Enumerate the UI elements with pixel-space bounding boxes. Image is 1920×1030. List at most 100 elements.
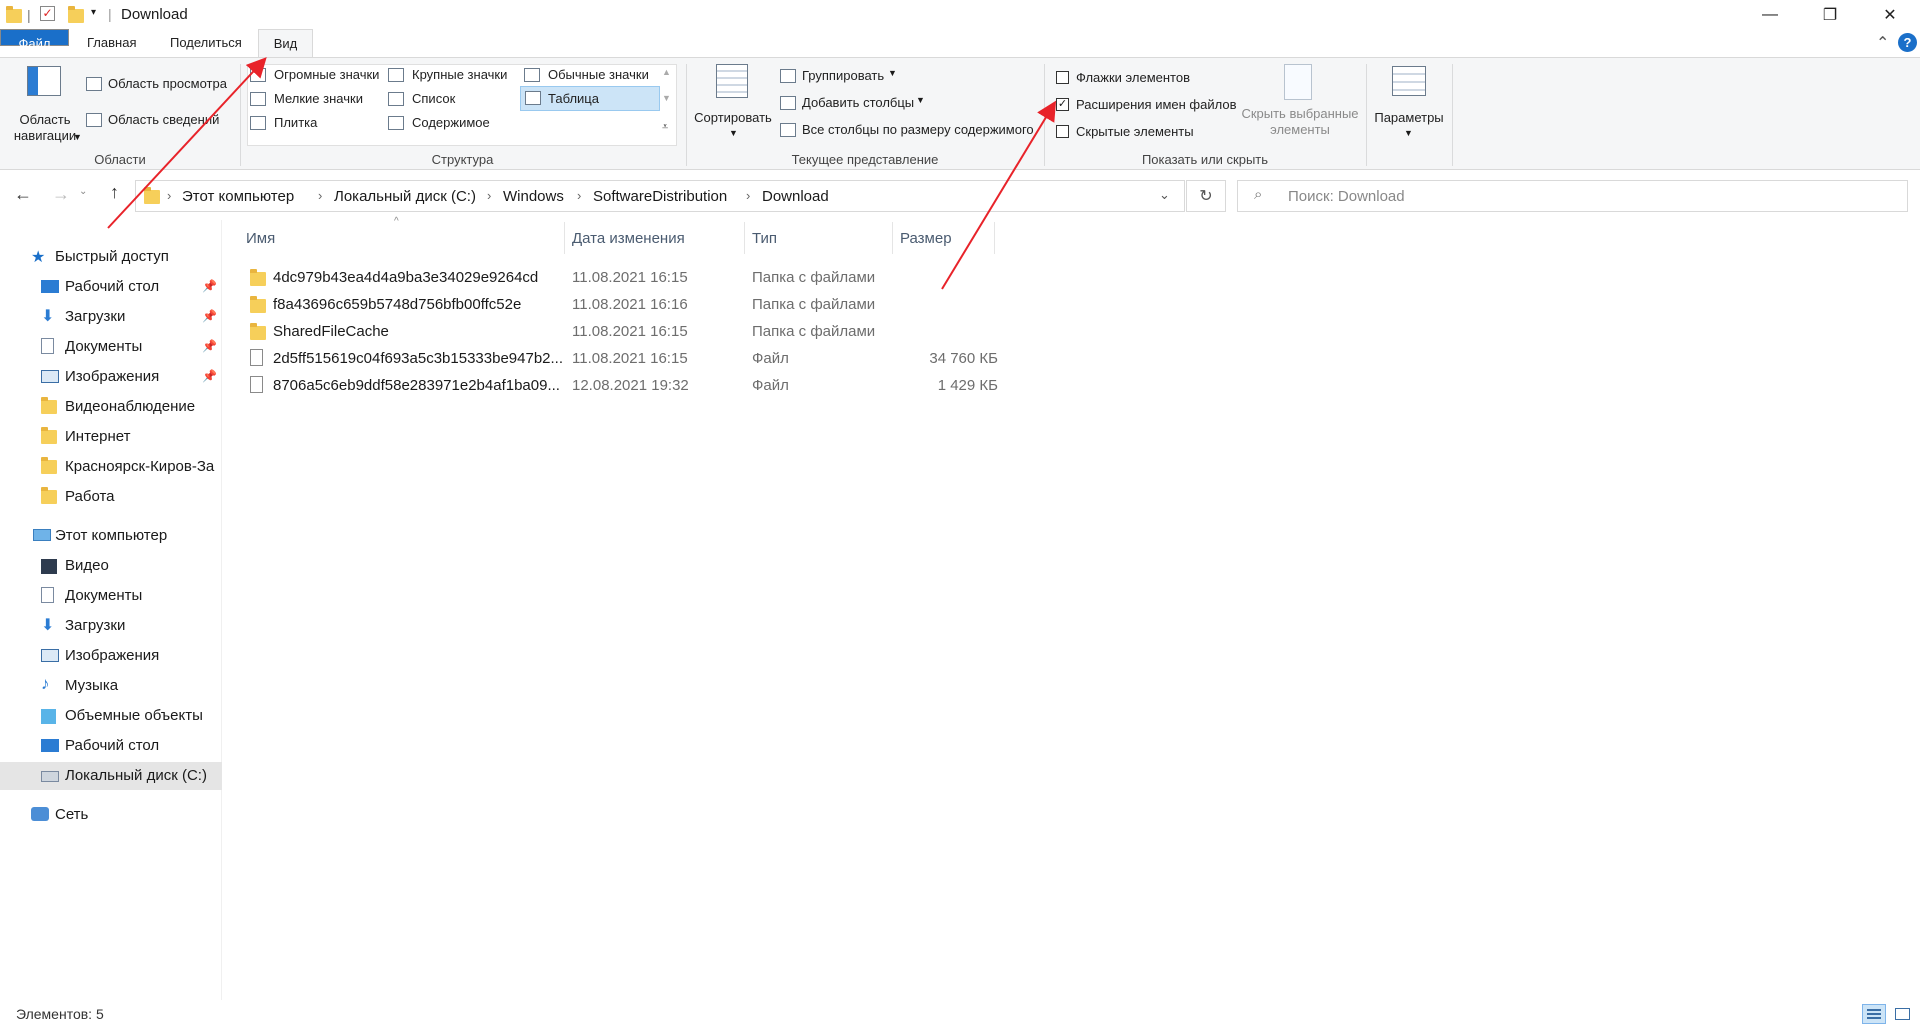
close-button[interactable]: ✕ <box>1860 0 1920 29</box>
cell-date: 12.08.2021 19:32 <box>572 377 689 394</box>
properties-icon[interactable]: ✓ <box>40 6 55 21</box>
computer-icon <box>33 529 51 541</box>
add-columns-icon <box>780 96 796 110</box>
column-header-size[interactable]: Размер <box>900 230 952 247</box>
nav-item[interactable]: Видеонаблюдение <box>0 393 222 421</box>
navigation-pane-icon <box>27 66 61 96</box>
search-icon: ⌕ <box>1254 186 1263 203</box>
scroll-down-icon[interactable]: ▼ <box>662 93 671 103</box>
collapse-ribbon-icon[interactable]: ⌃ <box>1876 33 1889 53</box>
maximize-button[interactable]: ❐ <box>1800 0 1860 29</box>
new-folder-icon[interactable] <box>68 6 84 23</box>
nav-label: Сеть <box>55 806 89 823</box>
minimize-icon: — <box>1762 5 1778 23</box>
ribbon-tabs: Файл Главная Поделиться Вид ⌃ ? <box>0 29 1920 57</box>
column-header-name[interactable]: Имя <box>246 230 275 247</box>
chevron-right-icon: › <box>487 188 492 203</box>
nav-item[interactable]: ⬇ Загрузки <box>0 612 222 640</box>
content-icon <box>388 116 404 130</box>
downloads-icon: ⬇ <box>41 308 55 325</box>
address-dropdown-icon[interactable]: ⌄ <box>1159 187 1170 203</box>
nav-label: Красноярск-Киров-За <box>65 458 215 475</box>
breadcrumb-windows[interactable]: Windows <box>503 188 564 205</box>
options-button[interactable]: Параметры ▼ <box>1372 62 1446 148</box>
options-label: Параметры <box>1374 110 1444 125</box>
cell-name: SharedFileCache <box>273 323 389 340</box>
nav-item[interactable]: Работа <box>0 483 222 511</box>
desktop-icon <box>41 280 59 293</box>
breadcrumb-softwaredistribution[interactable]: SoftwareDistribution <box>593 188 727 205</box>
nav-item[interactable]: Локальный диск (C:) <box>0 762 222 790</box>
nav-label: Изображения <box>65 647 160 664</box>
nav-network[interactable]: Сеть <box>0 801 222 829</box>
breadcrumb-local-disk[interactable]: Локальный диск (C:) <box>334 188 476 205</box>
refresh-icon: ↻ <box>1199 188 1213 205</box>
search-box[interactable]: ⌕ Поиск: Download <box>1237 180 1908 212</box>
cell-name: 2d5ff515619c04f693a5c3b15333be947b2... <box>273 350 564 367</box>
minimize-button[interactable]: — <box>1740 0 1800 29</box>
column-header-date[interactable]: Дата изменения <box>572 230 685 247</box>
details-view-button[interactable] <box>1862 1004 1886 1024</box>
documents-icon <box>41 338 54 354</box>
sort-button[interactable]: Сортировать ▼ <box>690 62 776 148</box>
file-extensions-checkbox[interactable]: ✓ <box>1056 98 1069 111</box>
hide-selected-icon <box>1284 64 1312 100</box>
breadcrumb-download[interactable]: Download <box>762 188 829 205</box>
tab-share[interactable]: Поделиться <box>156 29 256 57</box>
layout-label: Таблица <box>548 91 599 106</box>
nav-item[interactable]: Изображения <box>0 642 222 670</box>
nav-item[interactable]: Рабочий стол 📌 <box>0 273 222 301</box>
scroll-up-icon[interactable]: ▲ <box>662 67 671 77</box>
tab-file[interactable]: Файл <box>0 29 69 51</box>
quick-access-toolbar-dropdown-icon[interactable]: ▾ <box>91 7 96 18</box>
chevron-down-icon: ▼ <box>729 128 738 138</box>
table-row[interactable]: f8a43696c659b5748d756bfb00ffc52e 11.08.20… <box>240 291 1220 318</box>
nav-item[interactable]: Интернет <box>0 423 222 451</box>
pin-icon: 📌 <box>202 309 217 323</box>
preview-pane-icon <box>86 77 102 91</box>
search-input[interactable]: Поиск: Download <box>1288 188 1405 205</box>
nav-this-pc[interactable]: Этот компьютер <box>0 522 222 550</box>
navigation-pane: ★ Быстрый доступ Рабочий стол 📌 ⬇ Загрузки 📌… <box>0 220 222 1000</box>
hide-selected-button[interactable]: Скрыть выбранные элементы <box>1238 62 1362 148</box>
large-icons-view-button[interactable] <box>1892 1004 1914 1024</box>
folder-icon <box>250 269 266 286</box>
forward-arrow-icon[interactable]: → <box>52 184 70 205</box>
nav-quick-access[interactable]: ★ Быстрый доступ <box>0 243 222 271</box>
nav-item[interactable]: Красноярск-Киров-За <box>0 453 222 481</box>
table-row[interactable]: 8706a5c6eb9ddf58e283971e2b4af1ba09... 12.… <box>240 372 1220 399</box>
nav-item[interactable]: ⬇ Загрузки 📌 <box>0 303 222 331</box>
column-header-type[interactable]: Тип <box>752 230 777 247</box>
nav-item[interactable]: ♪ Музыка <box>0 672 222 700</box>
hidden-items-checkbox[interactable] <box>1056 125 1069 138</box>
up-arrow-icon[interactable]: ↑ <box>110 182 119 203</box>
recent-locations-chevron-icon[interactable]: ⌄ <box>79 186 87 197</box>
nav-item[interactable]: Объемные объекты <box>0 702 222 730</box>
video-icon <box>41 559 57 574</box>
nav-item[interactable]: Документы <box>0 582 222 610</box>
nav-item[interactable]: Документы 📌 <box>0 333 222 361</box>
table-row[interactable]: 4dc979b43ea4d4a9ba3e34029e9264cd 11.08.20… <box>240 264 1220 291</box>
table-row[interactable]: SharedFileCache 11.08.2021 16:15 Папка с ф… <box>240 318 1220 345</box>
item-checkboxes-label: Флажки элементов <box>1076 70 1190 85</box>
nav-label: Изображения <box>65 368 160 385</box>
cell-name: f8a43696c659b5748d756bfb00ffc52e <box>273 296 522 313</box>
help-icon[interactable]: ? <box>1898 33 1917 52</box>
navigation-pane-button[interactable]: Область навигации ▼ <box>8 62 82 148</box>
address-bar[interactable]: › Этот компьютер › Локальный диск (C:) ›… <box>135 180 1185 212</box>
size-all-columns-label: Все столбцы по размеру содержимого <box>802 122 1034 137</box>
table-row[interactable]: 2d5ff515619c04f693a5c3b15333be947b2... 11… <box>240 345 1220 372</box>
nav-item[interactable]: Видео <box>0 552 222 580</box>
chevron-down-icon: ▼ <box>916 95 925 105</box>
tab-home[interactable]: Главная <box>73 29 150 57</box>
more-layouts-icon[interactable]: ⩡ <box>662 121 668 134</box>
back-arrow-icon[interactable]: ← <box>14 184 32 205</box>
nav-item[interactable]: Изображения 📌 <box>0 363 222 391</box>
refresh-button[interactable]: ↻ <box>1186 180 1226 212</box>
title-bar: | ✓ ▾ | Download — ❐ ✕ <box>0 0 1920 29</box>
nav-item[interactable]: Рабочий стол <box>0 732 222 760</box>
item-checkboxes-checkbox[interactable] <box>1056 71 1069 84</box>
tab-view[interactable]: Вид <box>258 29 313 57</box>
breadcrumb-this-pc[interactable]: Этот компьютер <box>182 188 294 205</box>
layout-details[interactable]: Таблица <box>520 86 660 111</box>
